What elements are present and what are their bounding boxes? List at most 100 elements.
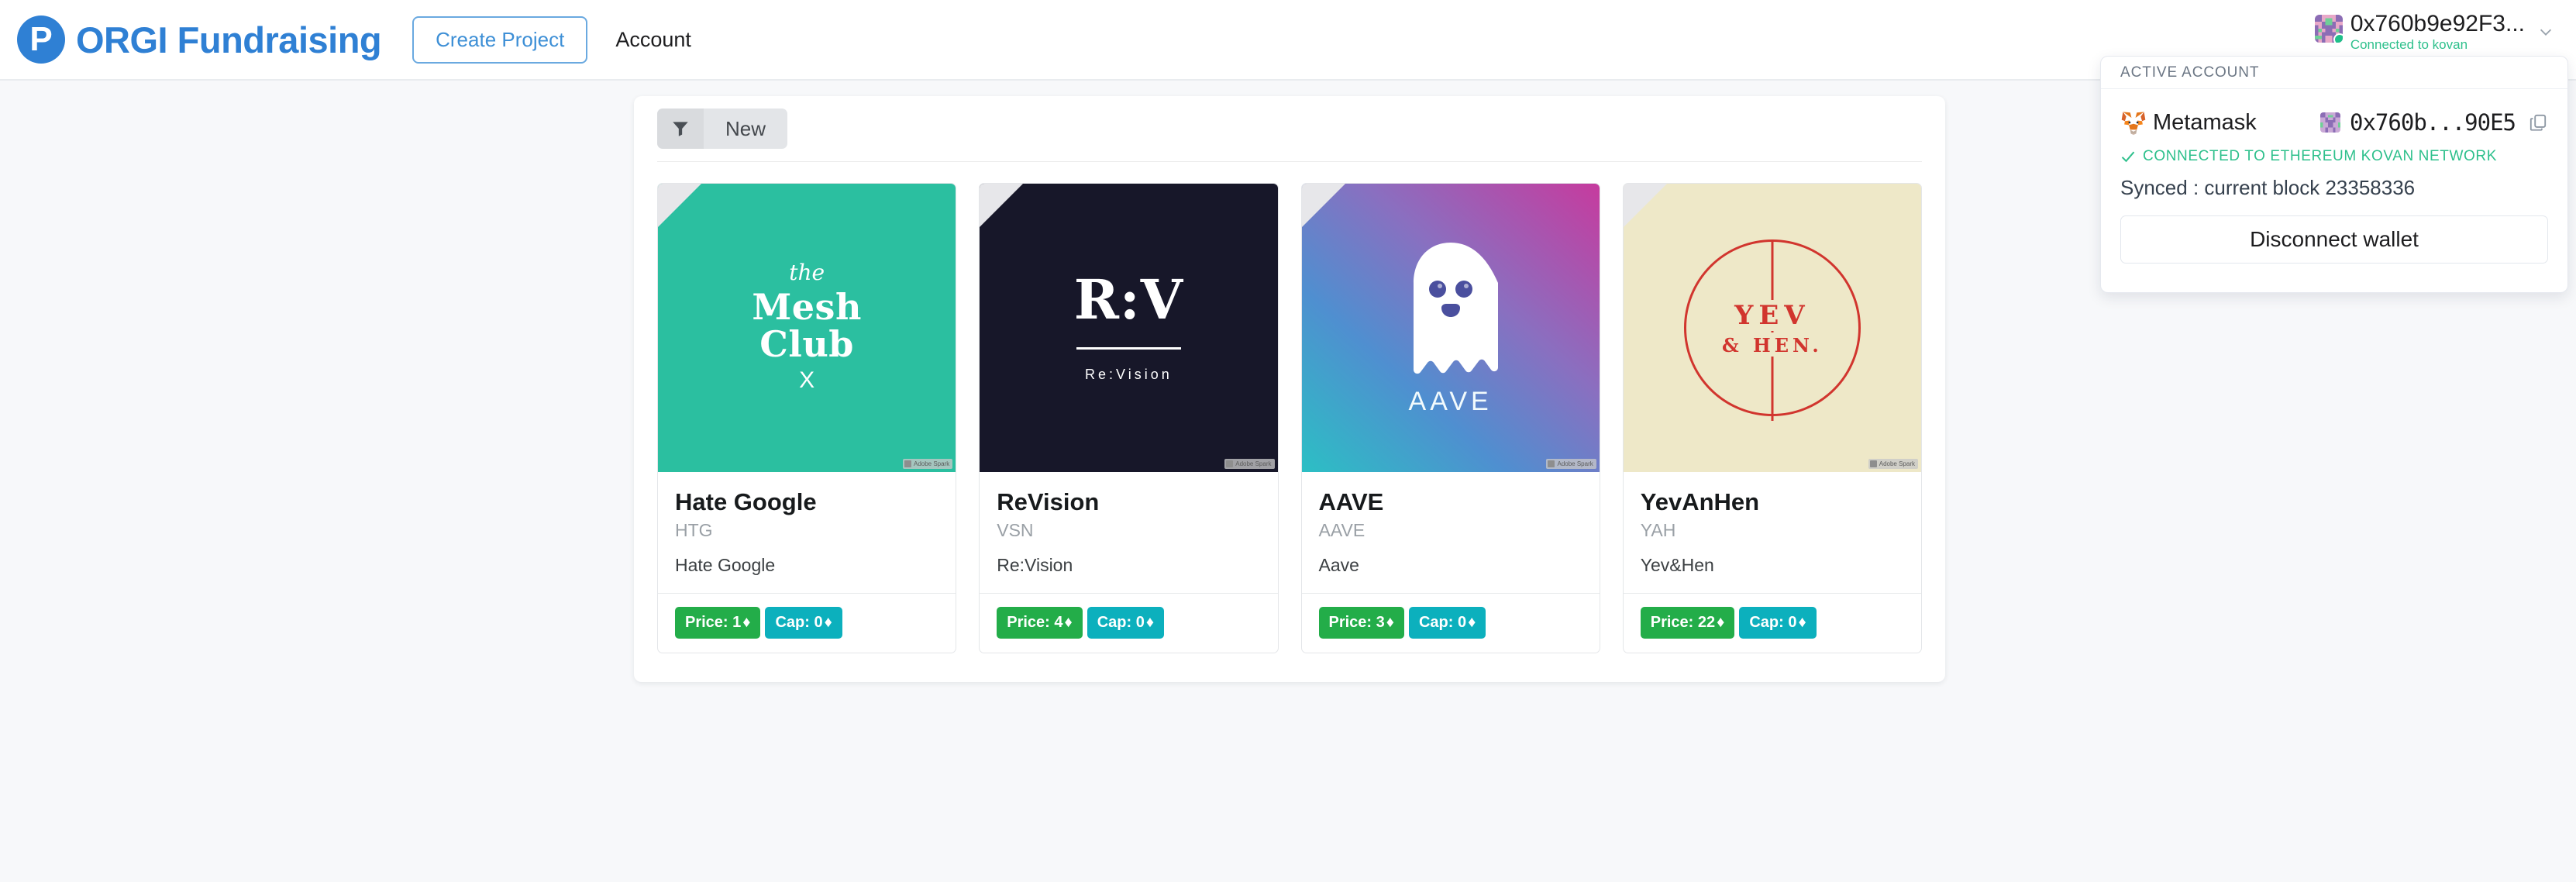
brand-mark-icon: P <box>17 16 65 64</box>
watermark-label: Adobe Spark <box>1235 460 1272 467</box>
copy-icon[interactable] <box>2528 112 2548 133</box>
folded-corner-decoration <box>658 184 701 227</box>
project-artwork: the Mesh Club X Adobe Spark <box>658 184 956 472</box>
project-card-footer: Price: 1 ♦ Cap: 0 ♦ <box>658 593 956 653</box>
adobe-spark-watermark: Adobe Spark <box>902 459 953 469</box>
price-badge: Price: 3 ♦ <box>1318 607 1404 639</box>
price-badge-label: Price: 3 <box>1328 614 1385 632</box>
network-status-text: CONNECTED TO ETHEREUM KOVAN NETWORK <box>2143 148 2497 164</box>
project-title: AAVE <box>1318 488 1384 515</box>
project-card[interactable]: AAVE Adobe Spark AAVE AAVE Aave Price: 3… <box>1300 183 1600 654</box>
project-card[interactable]: the Mesh Club X Adobe Spark Hate Google … <box>657 183 957 654</box>
price-badge: Price: 4 ♦ <box>997 607 1083 639</box>
filter-button[interactable] <box>657 109 704 149</box>
account-blockie-avatar <box>2314 15 2343 43</box>
check-icon <box>2121 151 2135 163</box>
price-badge-label: Price: 1 <box>685 614 742 632</box>
project-card-body: AAVE AAVE Aave <box>1302 472 1600 593</box>
eth-glyph-icon: ♦ <box>1798 614 1806 632</box>
artwork-line-1: the <box>789 259 825 285</box>
project-card[interactable]: YEV & HEN. Adobe Spark YevAnHen YAH Yev&… <box>1622 183 1922 654</box>
aave-artwork: AAVE <box>1301 184 1600 472</box>
eth-glyph-icon: ♦ <box>1145 614 1155 632</box>
wallet-identity: Metamask <box>2120 109 2257 136</box>
project-symbol: YAH <box>1640 520 1676 541</box>
eth-glyph-icon: ♦ <box>1064 614 1073 632</box>
filter-icon <box>673 122 688 136</box>
adobe-spark-watermark: Adobe Spark <box>1224 459 1275 469</box>
project-description: Hate Google <box>675 555 776 576</box>
adobe-spark-watermark: Adobe Spark <box>1868 459 1918 469</box>
project-symbol: HTG <box>675 520 713 541</box>
project-description: Aave <box>1318 555 1359 576</box>
create-project-button[interactable]: Create Project <box>412 16 588 64</box>
spark-logo-icon <box>1226 460 1234 467</box>
project-card-footer: Price: 4 ♦ Cap: 0 ♦ <box>980 593 1278 653</box>
brand-logo[interactable]: P ORGI Fundraising <box>17 16 382 64</box>
project-description: Yev&Hen <box>1640 555 1714 576</box>
eth-glyph-icon: ♦ <box>1468 614 1476 632</box>
cap-badge: Cap: 0 ♦ <box>765 607 842 639</box>
network-status-row: CONNECTED TO ETHEREUM KOVAN NETWORK <box>2120 148 2548 165</box>
cap-badge-label: Cap: 0 <box>1749 614 1797 632</box>
brand-name: ORGI Fundraising <box>76 19 382 60</box>
cap-badge-label: Cap: 0 <box>1418 614 1467 632</box>
project-symbol: VSN <box>997 520 1034 541</box>
chevron-down-icon[interactable] <box>2537 23 2554 40</box>
spark-logo-icon <box>904 460 911 467</box>
new-filter-tab[interactable]: New <box>704 109 788 149</box>
project-description: Re:Vision <box>997 555 1073 576</box>
wallet-name: Metamask <box>2153 109 2257 135</box>
project-artwork: R:V Re:Vision Adobe Spark <box>980 184 1278 472</box>
disconnect-wallet-button[interactable]: Disconnect wallet <box>2120 215 2548 264</box>
wallet-row: Metamask 0x760b...90E5 <box>2120 109 2548 136</box>
folded-corner-decoration <box>1623 184 1667 227</box>
filter-segmented-control: New <box>657 109 788 149</box>
account-network-label: Connected to kovan <box>2350 37 2468 52</box>
artwork-line-4: X <box>799 367 815 394</box>
account-menu-trigger[interactable]: 0x760b9e92F3... Connected to kovan <box>2314 11 2554 53</box>
eth-glyph-icon: ♦ <box>1386 614 1394 632</box>
project-card-footer: Price: 3 ♦ Cap: 0 ♦ <box>1301 593 1600 653</box>
project-card-body: ReVision VSN Re:Vision <box>980 472 1277 593</box>
price-badge: Price: 1 ♦ <box>675 607 761 639</box>
price-badge: Price: 22 ♦ <box>1640 607 1735 639</box>
account-text-block: 0x760b9e92F3... Connected to kovan <box>2350 11 2525 53</box>
project-artwork: AAVE Adobe Spark <box>1301 184 1600 472</box>
cap-badge: Cap: 0 ♦ <box>1739 607 1817 639</box>
wallet-address: 0x760b...90E5 <box>2350 109 2516 136</box>
folded-corner-decoration <box>980 184 1024 227</box>
spark-logo-icon <box>1869 460 1877 467</box>
watermark-label: Adobe Spark <box>1879 460 1915 467</box>
watermark-label: Adobe Spark <box>913 460 950 467</box>
artwork-circle-decoration: YEV & HEN. <box>1683 239 1861 421</box>
active-account-panel-header: ACTIVE ACCOUNT <box>2101 57 2567 89</box>
project-symbol: AAVE <box>1318 520 1365 541</box>
connection-status-dot <box>2333 33 2343 43</box>
watermark-label: Adobe Spark <box>1557 460 1593 467</box>
active-account-title: ACTIVE ACCOUNT <box>2120 64 2260 81</box>
price-badge-label: Price: 4 <box>1007 614 1063 632</box>
project-card-grid: the Mesh Club X Adobe Spark Hate Google … <box>634 162 1945 654</box>
active-account-panel-body: Metamask 0x760b...90E5 CONNECTED TO ETHE… <box>2101 89 2567 264</box>
project-artwork: YEV & HEN. Adobe Spark <box>1623 184 1921 472</box>
artwork-line-1: AAVE <box>1408 386 1493 416</box>
projects-panel: New the Mesh Club X Adobe Spark Hate Goo… <box>634 96 1945 682</box>
eth-glyph-icon: ♦ <box>1717 614 1725 632</box>
nav-item-account[interactable]: Account <box>615 28 691 52</box>
wallet-blockie-avatar <box>2320 112 2341 133</box>
artwork-line-2: & HEN. <box>1717 332 1827 357</box>
price-badge-label: Price: 22 <box>1650 614 1716 632</box>
artwork-line-3: Club <box>759 323 854 365</box>
spark-logo-icon <box>1548 460 1555 467</box>
artwork-line-1: R:V <box>1073 267 1184 332</box>
wallet-address-group: 0x760b...90E5 <box>2320 109 2548 136</box>
account-address-short: 0x760b9e92F3... <box>2350 11 2525 36</box>
artwork-line-2: Mesh <box>752 285 862 328</box>
project-card[interactable]: R:V Re:Vision Adobe Spark ReVision VSN R… <box>979 183 1279 654</box>
cap-badge: Cap: 0 ♦ <box>1408 607 1486 639</box>
project-title: ReVision <box>997 488 1100 515</box>
cap-badge-label: Cap: 0 <box>1097 614 1145 632</box>
mesh-club-artwork: the Mesh Club X <box>658 184 956 472</box>
metamask-fox-icon <box>2121 112 2146 136</box>
